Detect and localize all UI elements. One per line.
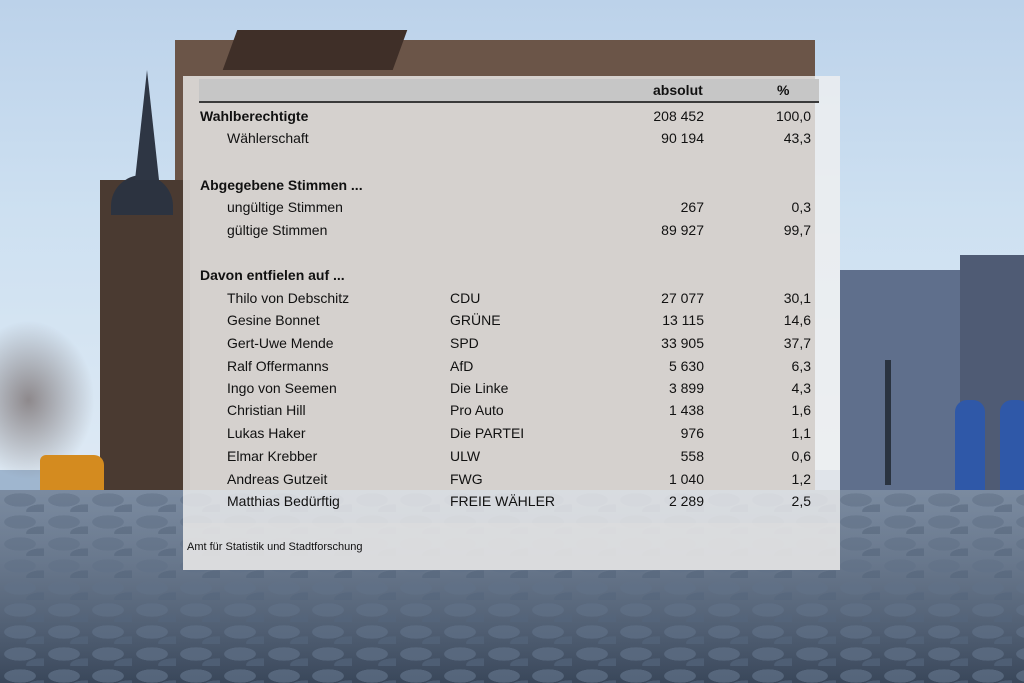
candidate-absolut: 1 438 <box>668 402 704 418</box>
candidate-absolut: 13 115 <box>662 312 704 328</box>
label-abgegebene-stimmen: Abgegebene Stimmen ... <box>200 177 363 193</box>
value-gueltige-absolut: 89 927 <box>661 222 704 238</box>
delivery-van <box>40 455 104 493</box>
candidate-percent: 1,6 <box>791 402 811 418</box>
label-waehlerschaft: Wählerschaft <box>227 130 309 146</box>
table-header-bar <box>199 79 819 103</box>
candidate-absolut: 27 077 <box>661 290 704 306</box>
value-ungueltige-absolut: 267 <box>680 199 704 215</box>
candidate-absolut: 3 899 <box>668 380 704 396</box>
header-percent: % <box>777 82 790 98</box>
candidate-name: Gesine Bonnet <box>227 312 320 328</box>
candidate-party: CDU <box>450 290 481 306</box>
candidate-percent: 4,3 <box>791 380 811 396</box>
candidate-absolut: 1 040 <box>668 471 704 487</box>
candidate-party: FWG <box>450 471 483 487</box>
candidate-party: Die Linke <box>450 380 509 396</box>
candidate-name: Lukas Haker <box>227 425 306 441</box>
label-davon-entfielen: Davon entfielen auf ... <box>200 267 345 283</box>
candidate-absolut: 558 <box>680 448 704 464</box>
candidate-percent: 2,5 <box>791 493 811 509</box>
value-ungueltige-percent: 0,3 <box>791 199 811 215</box>
label-wahlberechtigte: Wahlberechtigte <box>200 108 309 124</box>
source-note: Amt für Statistik und Stadtforschung <box>187 541 363 553</box>
town-hall-roof <box>222 30 408 70</box>
candidate-party: AfD <box>450 358 474 374</box>
candidate-name: Gert-Uwe Mende <box>227 335 334 351</box>
candidate-name: Ingo von Seemen <box>227 380 337 396</box>
candidate-name: Elmar Krebber <box>227 448 318 464</box>
candidate-absolut: 5 630 <box>668 358 704 374</box>
candidate-percent: 30,1 <box>783 290 811 306</box>
candidate-percent: 6,3 <box>791 358 811 374</box>
candidate-name: Thilo von Debschitz <box>227 290 350 306</box>
candidate-absolut: 2 289 <box>668 493 704 509</box>
candidate-percent: 14,6 <box>783 312 811 328</box>
value-wahlberechtigte-absolut: 208 452 <box>653 108 704 124</box>
label-ungueltige-stimmen: ungültige Stimmen <box>227 199 343 215</box>
label-gueltige-stimmen: gültige Stimmen <box>227 222 328 238</box>
candidate-party: Pro Auto <box>450 402 504 418</box>
header-absolut: absolut <box>653 82 703 98</box>
value-wahlberechtigte-percent: 100,0 <box>775 108 811 124</box>
candidate-name: Andreas Gutzeit <box>227 471 328 487</box>
candidate-name: Matthias Bedürftig <box>227 493 340 509</box>
church-tower <box>100 180 190 490</box>
candidate-absolut: 976 <box>680 425 704 441</box>
candidate-percent: 0,6 <box>791 448 811 464</box>
pedestrian <box>1000 400 1024 495</box>
candidate-absolut: 33 905 <box>661 335 704 351</box>
church-spire <box>135 70 159 180</box>
candidate-percent: 37,7 <box>783 335 811 351</box>
candidate-party: FREIE WÄHLER <box>450 493 556 509</box>
candidate-name: Christian Hill <box>227 402 306 418</box>
candidate-party: SPD <box>450 335 479 351</box>
value-waehlerschaft-absolut: 90 194 <box>661 130 704 146</box>
candidate-party: Die PARTEI <box>450 425 525 441</box>
candidate-percent: 1,2 <box>791 471 811 487</box>
results-panel: absolut % Wahlberechtigte 208 452 100,0 … <box>183 76 840 570</box>
candidate-name: Ralf Offermanns <box>227 358 329 374</box>
value-gueltige-percent: 99,7 <box>783 222 811 238</box>
value-waehlerschaft-percent: 43,3 <box>783 130 811 146</box>
candidate-percent: 1,1 <box>791 425 811 441</box>
pedestrian <box>955 400 985 495</box>
street-lamp <box>885 360 891 485</box>
candidate-party: ULW <box>450 448 481 464</box>
candidate-party: GRÜNE <box>450 312 501 328</box>
